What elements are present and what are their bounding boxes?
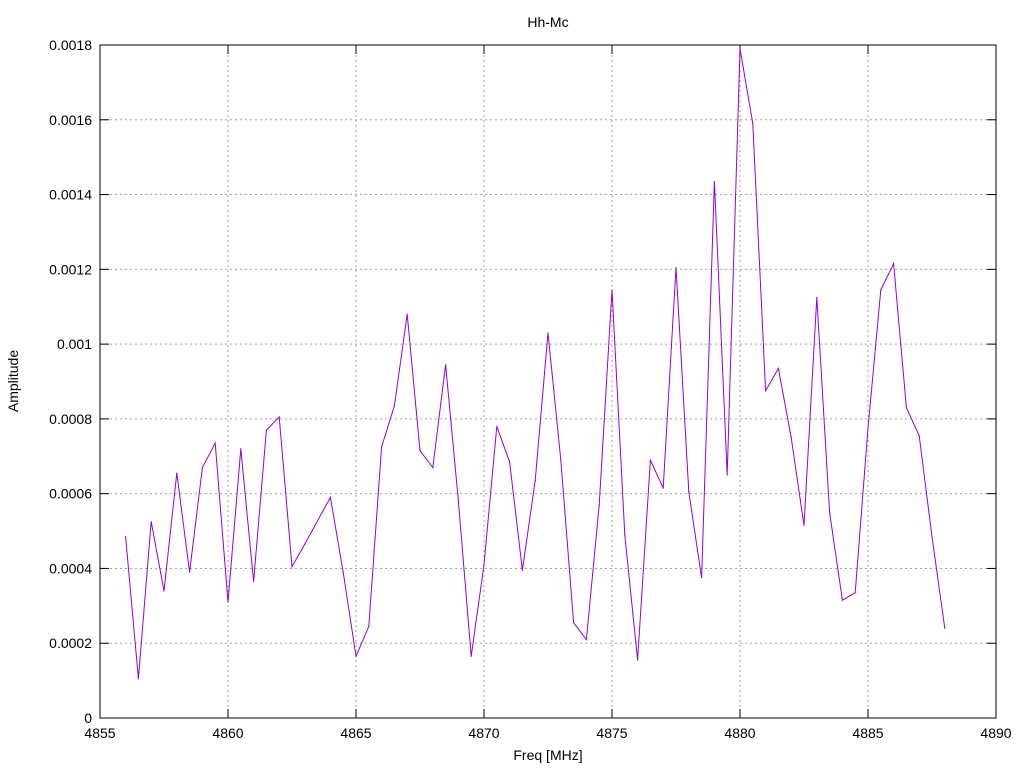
data-point [649, 459, 652, 461]
x-tick-label: 4890 [980, 725, 1011, 741]
data-point [752, 122, 754, 125]
data-point [560, 459, 562, 461]
data-point [265, 429, 267, 431]
data-point [841, 599, 844, 601]
data-point [880, 289, 882, 291]
data-point [688, 491, 690, 493]
data-point [368, 625, 370, 628]
data-point [611, 289, 613, 291]
data-point [547, 332, 549, 334]
data-point [393, 405, 395, 407]
y-tick-label: 0 [84, 710, 92, 726]
y-tick-label: 0.0016 [49, 112, 92, 128]
data-point [445, 364, 447, 366]
data-point [701, 577, 703, 579]
data-point [304, 543, 306, 545]
data-point [905, 407, 908, 409]
data-point [790, 437, 792, 439]
y-tick-label: 0.0006 [49, 486, 92, 502]
data-point [419, 450, 421, 452]
x-tick-label: 4860 [212, 725, 243, 741]
y-tick-label: 0.0018 [49, 37, 92, 53]
data-point [406, 313, 408, 315]
data-point [125, 536, 127, 538]
data-point [509, 461, 511, 463]
grid-lines [100, 45, 996, 718]
data-point [918, 435, 920, 437]
data-point [329, 496, 331, 498]
data-point [893, 263, 895, 265]
data-point [163, 590, 165, 592]
x-axis-label: Freq [MHz] [513, 747, 582, 763]
y-tick-label: 0.0004 [49, 560, 92, 576]
data-point [470, 655, 472, 657]
data-point [816, 296, 818, 298]
data-point [726, 474, 728, 476]
y-tick-label: 0.0008 [49, 411, 92, 427]
data-point [432, 466, 434, 469]
data-point [291, 566, 293, 568]
line-chart: 4855 4860 4865 4870 4875 4880 4885 4890 0 0.0002 0… [5, 14, 1012, 763]
data-point [381, 446, 383, 448]
data-point [150, 521, 152, 523]
data-point [355, 655, 357, 657]
data-point [201, 466, 203, 469]
x-tick-label: 4855 [84, 725, 115, 741]
x-tick-label: 4885 [852, 725, 883, 741]
data-point [854, 592, 856, 594]
x-tick-label: 4870 [468, 725, 499, 741]
data-point [573, 622, 575, 624]
data-point [496, 425, 498, 427]
y-tick-label: 0.0014 [49, 187, 92, 203]
data-point [176, 472, 178, 474]
data-point [675, 266, 677, 269]
data-point [342, 571, 344, 573]
data-point [944, 627, 946, 629]
x-tick-label: 4875 [596, 725, 627, 741]
data-point [483, 564, 485, 566]
data-point [253, 580, 255, 583]
data-point [739, 48, 741, 50]
y-tick-label: 0.0002 [49, 635, 92, 651]
data-point [765, 390, 767, 392]
series-line [125, 48, 946, 679]
y-axis-label: Amplitude [5, 350, 21, 412]
data-point [240, 448, 242, 450]
data-point [713, 180, 716, 183]
x-tick-label: 4865 [340, 725, 371, 741]
data-point [598, 504, 600, 506]
data-point [214, 442, 216, 444]
data-point [803, 524, 805, 527]
data-point [585, 638, 588, 641]
data-point [457, 500, 459, 502]
data-point [829, 511, 831, 513]
data-point [931, 536, 933, 538]
data-point [637, 659, 639, 661]
data-point [662, 487, 664, 489]
data-point [534, 480, 536, 482]
y-tick-label: 0.001 [57, 336, 92, 352]
chart-title: Hh-Mc [527, 14, 568, 30]
data-point [867, 427, 869, 429]
axis-ticks: 4855 4860 4865 4870 4875 4880 4885 4890 0 0.0002 0… [49, 37, 1012, 741]
data-point [278, 416, 280, 418]
data-point [521, 569, 524, 571]
series-group [125, 48, 946, 680]
y-tick-label: 0.0012 [49, 261, 92, 277]
data-point [777, 367, 780, 369]
data-point [189, 571, 191, 573]
data-point [227, 601, 229, 603]
data-point [624, 534, 626, 536]
data-point [137, 678, 139, 680]
x-tick-label: 4880 [724, 725, 755, 741]
plot-frame [99, 44, 997, 719]
